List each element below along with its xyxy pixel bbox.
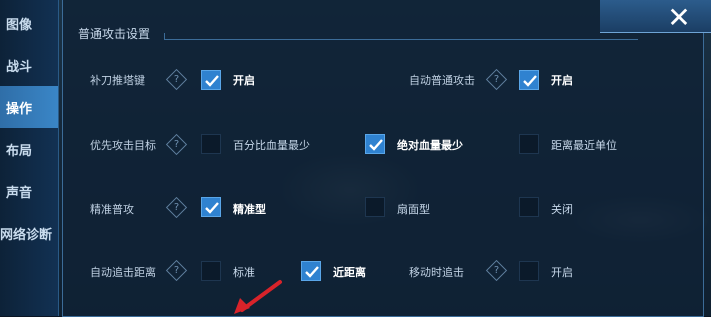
last-hit-key-label: 补刀推塔键 xyxy=(90,74,145,87)
sidebar-item-sound[interactable]: 声音 xyxy=(0,170,58,212)
chase-close-range-checkbox[interactable] xyxy=(301,261,321,281)
sidebar-item-combat[interactable]: 战斗 xyxy=(0,44,58,86)
close-button[interactable]: ✕ xyxy=(660,0,698,34)
settings-panel xyxy=(62,0,704,317)
last-hit-key-option-label: 开启 xyxy=(233,74,255,87)
settings-sidebar: 图像 战斗 操作 布局 声音 网络诊断 xyxy=(0,0,59,316)
chase-while-moving-checkbox[interactable] xyxy=(519,261,539,281)
auto-attack-checkbox[interactable] xyxy=(519,70,539,90)
sector-mode-checkbox[interactable] xyxy=(365,197,385,217)
red-arrow-icon xyxy=(234,280,282,314)
auto-attack-label: 自动普通攻击 xyxy=(409,74,475,87)
close-icon: ✕ xyxy=(667,0,691,34)
nearest-unit-checkbox[interactable] xyxy=(519,134,539,154)
sidebar-item-network-diagnosis[interactable]: 网络诊断 xyxy=(0,212,58,254)
lowest-absolute-hp-checkbox[interactable] xyxy=(365,134,385,154)
sidebar-item-layout[interactable]: 布局 xyxy=(0,128,58,170)
precise-attack-label: 精准普攻 xyxy=(90,203,134,216)
precise-mode-checkbox[interactable] xyxy=(201,197,221,217)
sector-mode-label: 扇面型 xyxy=(397,203,430,216)
precise-off-checkbox[interactable] xyxy=(519,197,539,217)
sidebar-item-controls[interactable]: 操作 xyxy=(0,86,58,128)
nearest-unit-label: 距离最近单位 xyxy=(551,139,617,152)
chase-standard-checkbox[interactable] xyxy=(201,261,221,281)
section-title: 普通攻击设置 xyxy=(78,27,151,41)
auto-chase-distance-label: 自动追击距离 xyxy=(90,266,156,279)
last-hit-key-checkbox[interactable] xyxy=(201,70,221,90)
sidebar-item-graphics[interactable]: 图像 xyxy=(0,2,58,44)
chase-while-moving-option-label: 开启 xyxy=(551,266,573,279)
lowest-absolute-hp-label: 绝对血量最少 xyxy=(397,139,463,152)
chase-while-moving-label: 移动时追击 xyxy=(409,266,464,279)
lowest-percent-hp-checkbox[interactable] xyxy=(201,134,221,154)
lowest-percent-hp-label: 百分比血量最少 xyxy=(233,139,310,152)
precise-off-label: 关闭 xyxy=(551,203,573,216)
precise-mode-label: 精准型 xyxy=(233,203,266,216)
auto-attack-option-label: 开启 xyxy=(551,74,573,87)
section-divider xyxy=(168,39,638,40)
target-priority-label: 优先攻击目标 xyxy=(90,139,156,152)
chase-close-range-label: 近距离 xyxy=(333,266,366,279)
